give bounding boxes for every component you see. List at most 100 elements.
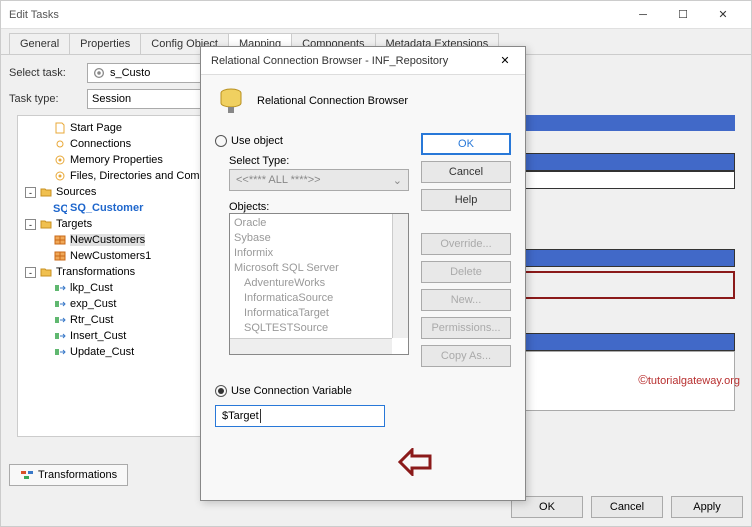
select-task-label: Select task: — [9, 67, 79, 79]
object-item[interactable]: SQLTESTSource — [232, 321, 406, 336]
task-type-value: Session — [92, 93, 131, 105]
tree-label: Files, Directories and Com — [70, 170, 200, 182]
folder-icon — [39, 217, 53, 231]
tx-icon — [53, 297, 67, 311]
tree-item-memory-properties[interactable]: Memory Properties — [22, 152, 202, 168]
window-title: Edit Tasks — [9, 9, 623, 21]
object-item[interactable]: AdventureWorks — [232, 276, 406, 291]
apply-button[interactable]: Apply — [671, 496, 743, 518]
connection-browser-dialog: Relational Connection Browser - INF_Repo… — [200, 46, 526, 501]
transformations-icon — [20, 468, 34, 482]
use-conn-var-label: Use Connection Variable — [231, 385, 352, 397]
titlebar: Edit Tasks ─ ☐ ✕ — [1, 1, 751, 29]
tree-item-connections[interactable]: Connections — [22, 136, 202, 152]
tx-icon — [53, 329, 67, 343]
tree-item-targets[interactable]: - Targets — [22, 216, 202, 232]
select-type-label: Select Type: — [215, 155, 409, 167]
sql-icon: SQ — [53, 201, 67, 215]
tree-toggle-icon[interactable]: - — [25, 187, 36, 198]
tree-item-start-page[interactable]: Start Page — [22, 120, 202, 136]
object-item[interactable]: Sybase — [232, 231, 406, 246]
tab-properties[interactable]: Properties — [69, 33, 141, 54]
modal-delete-button[interactable]: Delete — [421, 261, 511, 283]
tree-label: Targets — [56, 218, 92, 230]
tree-item-rtr-cust[interactable]: Rtr_Cust — [22, 312, 202, 328]
use-object-radio[interactable]: Use object — [215, 135, 409, 147]
object-item[interactable]: Oracle — [232, 216, 406, 231]
minimize-button[interactable]: ─ — [623, 2, 663, 28]
select-type-value: <<**** ALL ****>> — [236, 174, 321, 186]
tx-icon — [53, 345, 67, 359]
tree-item-newcustomers[interactable]: NewCustomers — [22, 232, 202, 248]
text-cursor — [260, 409, 261, 423]
conn-var-value: $Target — [222, 410, 259, 422]
tab-general[interactable]: General — [9, 33, 70, 54]
link-icon — [53, 137, 67, 151]
tree-toggle-icon[interactable]: - — [25, 267, 36, 278]
folder-icon — [39, 265, 53, 279]
transformations-tab[interactable]: Transformations — [9, 464, 128, 486]
target-icon — [53, 249, 67, 263]
gear-icon — [53, 169, 67, 183]
dialog-buttons: OK Cancel Apply — [503, 488, 751, 526]
tree-label: NewCustomers1 — [70, 250, 151, 262]
modal-ok-button[interactable]: OK — [421, 133, 511, 155]
tree-label: lkp_Cust — [70, 282, 113, 294]
object-item[interactable]: InformaticaSource — [232, 291, 406, 306]
folder-icon — [39, 185, 53, 199]
tree-item-update-cust[interactable]: Update_Cust — [22, 344, 202, 360]
tree-panel[interactable]: Start Page Connections Memory Properties Fi… — [17, 115, 207, 437]
target-icon — [53, 233, 67, 247]
tree-label: exp_Cust — [70, 298, 116, 310]
maximize-button[interactable]: ☐ — [663, 2, 703, 28]
page-icon — [53, 121, 67, 135]
tree-item-files-directories-and-com[interactable]: Files, Directories and Com — [22, 168, 202, 184]
tree-item-lkp-cust[interactable]: lkp_Cust — [22, 280, 202, 296]
modal-title: Relational Connection Browser - INF_Repo… — [211, 55, 495, 67]
task-type-label: Task type: — [9, 93, 79, 105]
modal-new-button[interactable]: New... — [421, 289, 511, 311]
tree-item-sources[interactable]: - Sources — [22, 184, 202, 200]
tree-label: SQ_Customer — [70, 202, 143, 214]
radio-selected-icon — [215, 385, 227, 397]
object-item[interactable]: InformaticaTarget — [232, 306, 406, 321]
conn-var-input[interactable]: $Target — [215, 405, 385, 427]
modal-permissions-button[interactable]: Permissions... — [421, 317, 511, 339]
watermark: ©tutorialgateway.org — [638, 372, 740, 387]
tree-label: Transformations — [56, 266, 135, 278]
tree-item-sq-customer[interactable]: SQSQ_Customer — [22, 200, 202, 216]
object-item[interactable]: Microsoft SQL Server — [232, 261, 406, 276]
gear-icon — [53, 153, 67, 167]
modal-header-text: Relational Connection Browser — [257, 95, 408, 107]
task-icon — [92, 66, 106, 80]
objects-listbox[interactable]: OracleSybaseInformixMicrosoft SQL Server… — [229, 213, 409, 355]
modal-override-button[interactable]: Override... — [421, 233, 511, 255]
tree-label: Start Page — [70, 122, 122, 134]
use-conn-var-radio[interactable]: Use Connection Variable — [215, 385, 511, 397]
horizontal-scrollbar[interactable] — [230, 338, 392, 354]
tree-label: NewCustomers — [70, 234, 145, 246]
modal-cancel-button[interactable]: Cancel — [421, 161, 511, 183]
tree-item-newcustomers1[interactable]: NewCustomers1 — [22, 248, 202, 264]
vertical-scrollbar[interactable] — [392, 214, 408, 338]
object-item[interactable]: Informix — [232, 246, 406, 261]
transformations-tab-label: Transformations — [38, 469, 117, 481]
close-button[interactable]: ✕ — [703, 2, 743, 28]
tree-label: Connections — [70, 138, 131, 150]
tree-toggle-icon[interactable]: - — [25, 219, 36, 230]
modal-copyas-button[interactable]: Copy As... — [421, 345, 511, 367]
cancel-button[interactable]: Cancel — [591, 496, 663, 518]
tree-item-insert-cust[interactable]: Insert_Cust — [22, 328, 202, 344]
tree-label: Sources — [56, 186, 96, 198]
svg-text:SQ: SQ — [53, 203, 67, 214]
tree-label: Memory Properties — [70, 154, 163, 166]
select-type-dropdown[interactable]: <<**** ALL ****>> ⌄ — [229, 169, 409, 191]
arrow-indicator-icon — [398, 448, 432, 476]
tree-item-exp-cust[interactable]: exp_Cust — [22, 296, 202, 312]
database-icon — [215, 85, 247, 117]
modal-close-button[interactable]: ✕ — [495, 54, 515, 67]
tree-item-transformations[interactable]: - Transformations — [22, 264, 202, 280]
select-task-value: s_Custo — [110, 67, 150, 79]
modal-help-button[interactable]: Help — [421, 189, 511, 211]
radio-icon — [215, 135, 227, 147]
